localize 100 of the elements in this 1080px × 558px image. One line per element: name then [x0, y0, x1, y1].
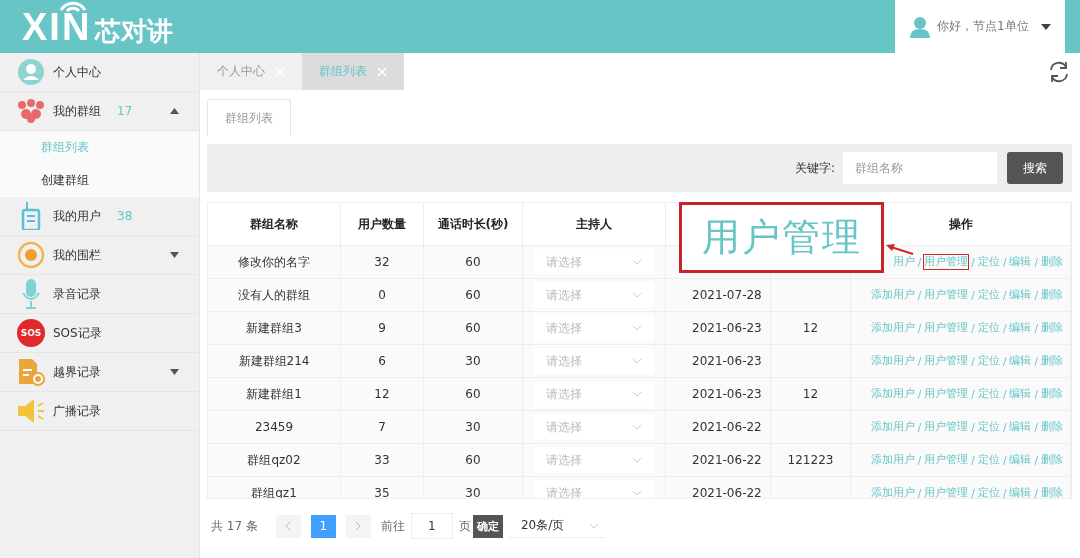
chevron-left-icon — [285, 521, 292, 531]
sidebar-item[interactable]: SOS SOS记录 — [0, 314, 199, 353]
sidebar-item[interactable]: 个人中心 — [0, 53, 199, 92]
separator: / — [1002, 355, 1007, 367]
arrow — [885, 242, 915, 256]
separator: / — [1002, 322, 1007, 334]
tab[interactable]: 个人中心 — [200, 53, 302, 90]
page-size-dropdown[interactable]: 20条/页 — [508, 514, 605, 538]
action-link[interactable]: 定位 — [976, 320, 1001, 336]
action-link[interactable]: 删除 — [1040, 287, 1064, 303]
action-link[interactable]: 编辑 — [1008, 452, 1033, 468]
refresh-icon[interactable] — [1048, 61, 1070, 83]
page-unit-label: 页 — [458, 517, 471, 535]
table-cell: 2021-06-22 — [666, 477, 771, 498]
chevron-down-icon — [632, 391, 642, 397]
chevron-down-icon — [632, 259, 642, 265]
next-page-button[interactable] — [345, 514, 371, 538]
separator: / — [1002, 388, 1007, 400]
action-link[interactable]: 添加用户 — [869, 320, 916, 336]
goto-label: 前往 — [380, 517, 405, 535]
action-link[interactable]: 编辑 — [1008, 254, 1033, 270]
action-link[interactable]: 删除 — [1040, 320, 1064, 336]
action-link[interactable]: 定位 — [976, 254, 1001, 270]
action-link[interactable]: 用户管理 — [923, 353, 970, 369]
action-link[interactable]: 添加用户 — [869, 353, 916, 369]
action-link[interactable]: 编辑 — [1008, 320, 1033, 336]
action-link[interactable]: 添加用户 — [869, 287, 916, 303]
action-link[interactable]: 定位 — [976, 452, 1001, 468]
sidebar-item[interactable]: 录音记录 — [0, 275, 199, 314]
separator: / — [917, 355, 922, 367]
separator: / — [1002, 487, 1007, 498]
sidebar-subitem[interactable]: 创建群组 — [0, 164, 199, 197]
host-dropdown[interactable]: 请选择 — [534, 381, 654, 407]
separator: / — [917, 454, 922, 466]
user-icon — [909, 15, 931, 38]
action-link[interactable]: 用户管理 — [923, 386, 970, 402]
separator: / — [917, 322, 922, 334]
separator: / — [971, 289, 975, 301]
separator: / — [1034, 454, 1038, 466]
action-link[interactable]: 用户管理 — [923, 485, 970, 498]
action-link[interactable]: 用户 — [891, 254, 916, 270]
page-button[interactable]: 1 — [310, 514, 336, 538]
separator: / — [971, 388, 975, 400]
action-link[interactable]: 用户管理 — [923, 320, 970, 336]
action-link[interactable]: 定位 — [976, 353, 1001, 369]
host-dropdown[interactable]: 请选择 — [534, 447, 654, 473]
separator: / — [971, 421, 975, 433]
host-dropdown[interactable]: 请选择 — [534, 414, 654, 440]
logo-text: XIN — [22, 7, 92, 46]
sidebar-subitem[interactable]: 群组列表 — [0, 131, 199, 164]
action-link[interactable]: 删除 — [1040, 485, 1064, 498]
action-link[interactable]: 用户管理 — [923, 419, 970, 435]
action-link[interactable]: 删除 — [1040, 419, 1064, 435]
action-link[interactable]: 定位 — [976, 485, 1001, 498]
table-cell: 35 — [341, 477, 424, 498]
action-link[interactable]: 删除 — [1040, 386, 1064, 402]
host-dropdown[interactable]: 请选择 — [534, 282, 654, 308]
action-link[interactable]: 添加用户 — [869, 452, 916, 468]
action-link[interactable]: 添加用户 — [869, 386, 916, 402]
action-link[interactable]: 添加用户 — [869, 419, 916, 435]
search-field[interactable]: 群组名称 — [843, 152, 997, 184]
action-link[interactable]: 编辑 — [1008, 353, 1033, 369]
action-link[interactable]: 用户管理 — [923, 452, 970, 468]
action-link[interactable]: 定位 — [976, 419, 1001, 435]
action-link[interactable]: 编辑 — [1008, 419, 1033, 435]
action-link[interactable]: 删除 — [1040, 254, 1064, 270]
close-icon[interactable] — [377, 66, 387, 77]
keyword-label: 关键字: — [794, 159, 835, 177]
separator: / — [1034, 421, 1038, 433]
host-dropdown[interactable]: 请选择 — [534, 480, 654, 498]
sidebar-item[interactable]: 我的用户 38 — [0, 197, 199, 236]
action-link[interactable]: 定位 — [976, 287, 1001, 303]
action-link[interactable]: 用户管理 — [923, 287, 970, 303]
chevron-right-icon — [355, 521, 362, 531]
table-cell: 30 — [424, 477, 523, 498]
action-link[interactable]: 定位 — [976, 386, 1001, 402]
action-link[interactable]: 用户管理 — [923, 254, 970, 270]
host-dropdown[interactable]: 请选择 — [534, 348, 654, 374]
sidebar-item[interactable]: 越界记录 — [0, 353, 199, 392]
page-field[interactable]: 1 — [410, 513, 453, 539]
tab[interactable]: 群组列表 — [302, 53, 404, 90]
separator: / — [971, 256, 975, 268]
action-link[interactable]: 删除 — [1040, 452, 1064, 468]
confirm-button[interactable]: 确定 — [472, 514, 503, 538]
previous-page-button[interactable] — [275, 514, 301, 538]
user-menu[interactable]: 你好，节点1单位 — [895, 0, 1065, 53]
host-dropdown[interactable]: 请选择 — [534, 315, 654, 341]
separator: / — [971, 322, 975, 334]
separator: / — [971, 454, 975, 466]
action-link[interactable]: 添加用户 — [869, 485, 916, 498]
search-button[interactable]: 搜索 — [1007, 152, 1063, 184]
sidebar-item[interactable]: 广播记录 — [0, 392, 199, 431]
host-dropdown[interactable]: 请选择 — [534, 249, 654, 275]
action-link[interactable]: 删除 — [1040, 353, 1064, 369]
action-link[interactable]: 编辑 — [1008, 485, 1033, 498]
separator: / — [917, 487, 922, 498]
tab[interactable]: 群组列表 — [207, 99, 291, 136]
action-link[interactable]: 编辑 — [1008, 287, 1033, 303]
action-link[interactable]: 编辑 — [1008, 386, 1033, 402]
sidebar-item[interactable]: 我的围栏 — [0, 236, 199, 275]
